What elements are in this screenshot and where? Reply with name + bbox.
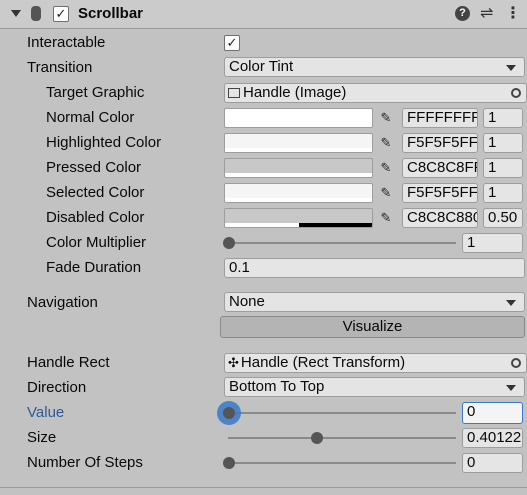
handle-rect-value: Handle (Rect Transform) bbox=[240, 354, 406, 371]
selected-color-swatch[interactable] bbox=[224, 183, 373, 203]
pressed-color-alpha-field[interactable]: 1 bbox=[483, 158, 523, 178]
steps-slider-knob[interactable] bbox=[223, 457, 235, 469]
chevron-down-icon bbox=[506, 385, 516, 391]
color-multiplier-field[interactable]: 1 bbox=[462, 233, 523, 253]
size-slider-track[interactable] bbox=[228, 437, 456, 439]
selected-color-alpha-field[interactable]: 1 bbox=[483, 183, 523, 203]
value-label: Value bbox=[27, 404, 65, 421]
direction-dropdown[interactable]: Bottom To Top bbox=[224, 377, 525, 397]
size-slider-knob[interactable] bbox=[311, 432, 323, 444]
number-of-steps-field[interactable]: 0 bbox=[462, 453, 523, 473]
normal-color-alpha-field[interactable]: 1 bbox=[483, 108, 523, 128]
highlighted-color-label: Highlighted Color bbox=[46, 134, 162, 151]
color-multiplier-slider-track[interactable] bbox=[228, 242, 456, 244]
script-icon bbox=[31, 6, 41, 21]
size-field[interactable]: 0.40122 bbox=[462, 428, 523, 448]
rect-transform-icon: ✣ bbox=[228, 355, 239, 370]
eyedropper-icon[interactable]: ✎ bbox=[376, 208, 396, 228]
color-multiplier-label: Color Multiplier bbox=[46, 234, 147, 251]
eyedropper-icon[interactable]: ✎ bbox=[376, 133, 396, 153]
target-graphic-field[interactable]: Handle (Image) bbox=[224, 83, 527, 103]
disabled-color-label: Disabled Color bbox=[46, 209, 145, 226]
navigation-value: None bbox=[229, 293, 265, 310]
normal-color-swatch[interactable] bbox=[224, 108, 373, 128]
disabled-color-hex-field[interactable]: C8C8C880 bbox=[402, 208, 478, 228]
object-picker-icon[interactable] bbox=[511, 88, 521, 98]
help-icon[interactable]: ? bbox=[455, 6, 470, 21]
normal-color-label: Normal Color bbox=[46, 109, 135, 126]
chevron-down-icon bbox=[506, 300, 516, 306]
chevron-down-icon bbox=[506, 65, 516, 71]
foldout-arrow-icon[interactable] bbox=[11, 10, 21, 17]
steps-slider-track[interactable] bbox=[228, 462, 456, 464]
disabled-color-swatch[interactable] bbox=[224, 208, 373, 228]
transition-dropdown[interactable]: Color Tint bbox=[224, 57, 525, 77]
component-title: Scrollbar bbox=[78, 5, 144, 22]
value-slider-track[interactable] bbox=[228, 412, 456, 414]
value-field[interactable]: 0 bbox=[462, 402, 523, 424]
fade-duration-field[interactable]: 0.1 bbox=[224, 258, 525, 278]
value-slider-knob[interactable] bbox=[223, 407, 235, 419]
navigation-label: Navigation bbox=[27, 294, 98, 311]
transition-value: Color Tint bbox=[229, 58, 294, 75]
disabled-color-alpha-field[interactable]: 0.50 bbox=[483, 208, 523, 228]
highlighted-color-alpha-field[interactable]: 1 bbox=[483, 133, 523, 153]
interactable-label: Interactable bbox=[27, 34, 106, 51]
selected-color-label: Selected Color bbox=[46, 184, 145, 201]
selected-color-hex-field[interactable]: F5F5F5FF bbox=[402, 183, 478, 203]
handle-rect-field[interactable]: ✣ Handle (Rect Transform) bbox=[224, 353, 527, 373]
handle-rect-label: Handle Rect bbox=[27, 354, 110, 371]
object-picker-icon[interactable] bbox=[511, 358, 521, 368]
target-graphic-label: Target Graphic bbox=[46, 84, 145, 101]
eyedropper-icon[interactable]: ✎ bbox=[376, 158, 396, 178]
preset-icon[interactable]: ⇌ bbox=[480, 4, 493, 24]
image-icon bbox=[228, 88, 240, 98]
component-enabled-checkbox[interactable]: ✓ bbox=[53, 6, 69, 22]
alpha-bar-dark bbox=[298, 223, 372, 227]
normal-color-hex-field[interactable]: FFFFFFFF bbox=[402, 108, 478, 128]
eyedropper-icon[interactable]: ✎ bbox=[376, 108, 396, 128]
pressed-color-hex-field[interactable]: C8C8C8FF bbox=[402, 158, 478, 178]
highlighted-color-hex-field[interactable]: F5F5F5FF bbox=[402, 133, 478, 153]
pressed-color-swatch[interactable] bbox=[224, 158, 373, 178]
visualize-button[interactable]: Visualize bbox=[220, 316, 525, 338]
highlighted-color-swatch[interactable] bbox=[224, 133, 373, 153]
component-header: ✓ Scrollbar ? ⇌ ⋮ bbox=[0, 0, 527, 29]
fade-duration-label: Fade Duration bbox=[46, 259, 142, 276]
color-multiplier-slider-knob[interactable] bbox=[223, 237, 235, 249]
number-of-steps-label: Number Of Steps bbox=[27, 454, 143, 471]
bottom-divider bbox=[0, 487, 527, 488]
target-graphic-value: Handle (Image) bbox=[243, 84, 347, 101]
pressed-color-label: Pressed Color bbox=[46, 159, 142, 176]
direction-value: Bottom To Top bbox=[229, 378, 325, 395]
navigation-dropdown[interactable]: None bbox=[224, 292, 525, 312]
eyedropper-icon[interactable]: ✎ bbox=[376, 183, 396, 203]
interactable-checkbox[interactable]: ✓ bbox=[224, 35, 240, 51]
direction-label: Direction bbox=[27, 379, 87, 396]
alpha-bar bbox=[225, 223, 299, 227]
size-label: Size bbox=[27, 429, 57, 446]
transition-label: Transition bbox=[27, 59, 93, 76]
context-menu-icon[interactable]: ⋮ bbox=[505, 4, 521, 24]
